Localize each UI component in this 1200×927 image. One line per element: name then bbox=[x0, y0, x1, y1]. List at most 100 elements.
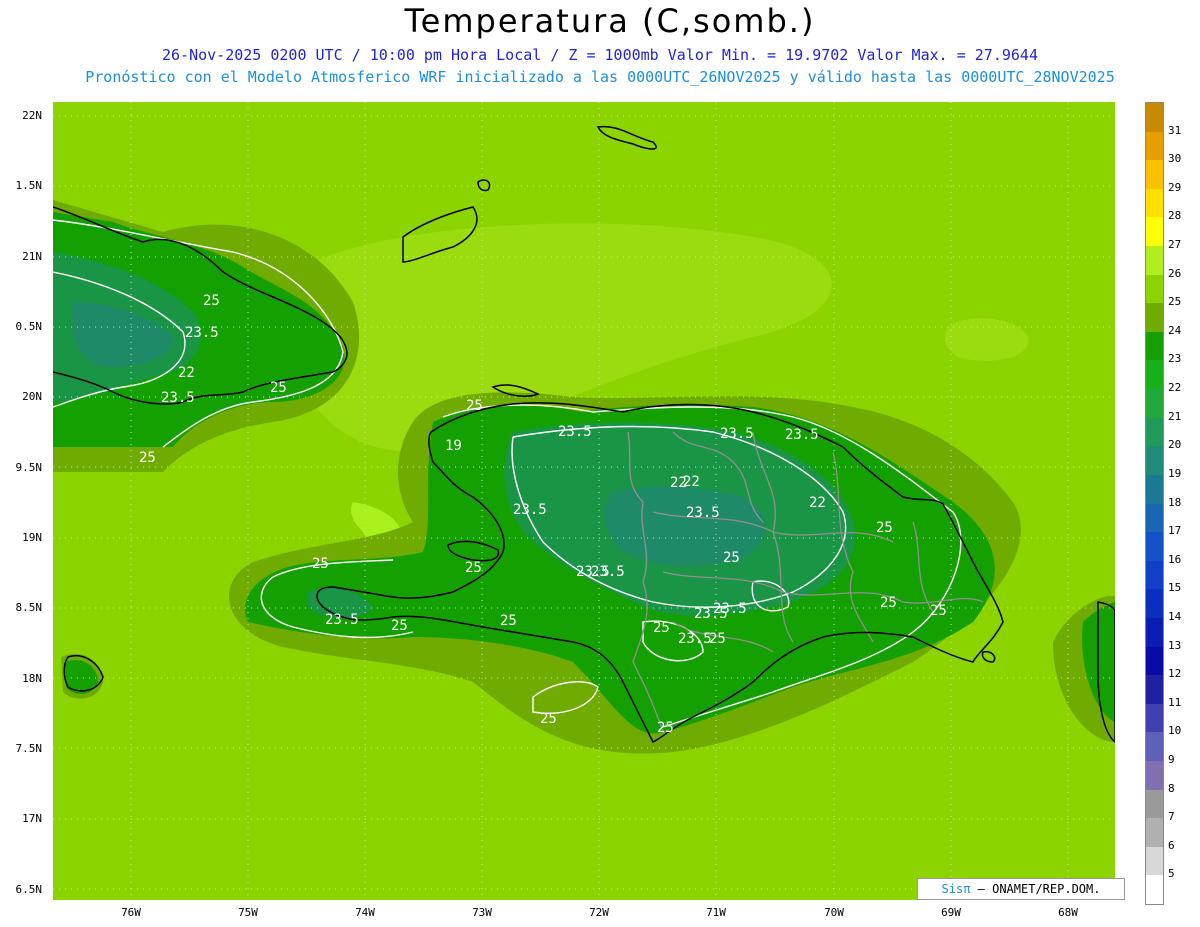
colorbar-tick-label: 7 bbox=[1168, 810, 1175, 824]
lat-label: 6.5N bbox=[15, 883, 43, 896]
lat-label: 17N bbox=[22, 812, 42, 825]
lat-label: 19N bbox=[22, 531, 42, 544]
contour-label: 25 bbox=[391, 618, 408, 634]
lat-label: 20N bbox=[22, 390, 42, 403]
colorbar-segment bbox=[1146, 360, 1163, 390]
colorbar-tick-label: 27 bbox=[1168, 238, 1182, 252]
colorbar-segment bbox=[1146, 789, 1163, 819]
contour-label: 25 bbox=[880, 595, 897, 611]
contour-label: 25 bbox=[723, 550, 740, 566]
colorbar-tick-label: 15 bbox=[1168, 581, 1182, 595]
colorbar-segment bbox=[1146, 732, 1163, 762]
colorbar-tick-label: 8 bbox=[1168, 781, 1175, 795]
colorbar-tick-label: 13 bbox=[1168, 638, 1182, 652]
map-title: Temperatura (C,somb.) bbox=[404, 2, 816, 40]
contour-label: 19 bbox=[445, 438, 462, 454]
lat-label: 0.5N bbox=[15, 320, 43, 333]
lon-label: 68W bbox=[1058, 906, 1078, 919]
colorbar-segment bbox=[1146, 303, 1163, 333]
colorbar-segment bbox=[1146, 217, 1163, 247]
contour-label: 22 bbox=[670, 475, 687, 491]
contour-label: 23.5 bbox=[678, 631, 712, 647]
lon-label: 72W bbox=[589, 906, 609, 919]
lat-label: 1.5N bbox=[15, 179, 43, 192]
colorbar-tick-label: 30 bbox=[1168, 152, 1182, 166]
colorbar-segment bbox=[1146, 446, 1163, 476]
colorbar-segment bbox=[1146, 675, 1163, 705]
contour-label: 22 bbox=[178, 365, 195, 381]
lon-label: 70W bbox=[824, 906, 844, 919]
colorbar-segment bbox=[1146, 246, 1163, 276]
lat-label: 9.5N bbox=[15, 461, 43, 474]
colorbar-segment bbox=[1146, 188, 1163, 218]
colorbar-segment bbox=[1146, 474, 1163, 504]
credit-text: – ONAMET/REP.DOM. bbox=[970, 882, 1101, 896]
colorbar-segment bbox=[1146, 589, 1163, 619]
colorbar-tick-label: 11 bbox=[1168, 695, 1182, 709]
contour-label: 25 bbox=[270, 380, 287, 396]
lat-label: 8.5N bbox=[15, 601, 43, 614]
contour-label: 23.5 bbox=[713, 601, 747, 617]
colorbar-segment bbox=[1146, 560, 1163, 590]
colorbar-segment bbox=[1146, 417, 1163, 447]
colorbar-segment bbox=[1146, 760, 1163, 791]
colorbar-tick-label: 28 bbox=[1168, 209, 1182, 223]
contour-label: 23.5 bbox=[591, 564, 625, 580]
colorbar-segment bbox=[1146, 532, 1163, 562]
lon-label: 71W bbox=[706, 906, 726, 919]
colorbar-tick-label: 22 bbox=[1168, 381, 1182, 395]
colorbar-segment bbox=[1146, 503, 1163, 533]
lat-label: 22N bbox=[22, 109, 42, 122]
lon-label: 74W bbox=[355, 906, 375, 919]
contour-label: 25 bbox=[466, 398, 483, 414]
colorbar-segment bbox=[1146, 131, 1163, 161]
contour-label: 25 bbox=[657, 720, 674, 736]
contour-label: 23.5 bbox=[686, 505, 720, 521]
colorbar-tick-label: 10 bbox=[1168, 724, 1182, 738]
colorbar-segment bbox=[1146, 703, 1163, 733]
colorbar-tick-label: 23 bbox=[1168, 352, 1182, 366]
contour-label: 23.5 bbox=[325, 612, 359, 628]
contour-label: 23.5 bbox=[161, 390, 195, 406]
temperature-map: 2523.52223.525252523.51923.52223.523.522… bbox=[53, 102, 1115, 900]
contour-label: 23.5 bbox=[513, 502, 547, 518]
contour-label: 22 bbox=[809, 495, 826, 511]
contour-label: 25 bbox=[930, 603, 947, 619]
contour-label: 25 bbox=[500, 613, 517, 629]
contour-label: 25 bbox=[203, 293, 220, 309]
temperature-colorbar bbox=[1145, 102, 1164, 905]
colorbar-tick-label: 31 bbox=[1168, 123, 1182, 137]
subtitle-valid-time: 26-Nov-2025 0200 UTC / 10:00 pm Hora Loc… bbox=[162, 46, 1038, 64]
colorbar-segment bbox=[1146, 846, 1163, 876]
colorbar-tick-label: 5 bbox=[1168, 867, 1175, 881]
temp-band-lt-22 bbox=[604, 486, 766, 567]
colorbar-segment bbox=[1146, 389, 1163, 419]
colorbar-tick-label: 17 bbox=[1168, 524, 1182, 538]
colorbar-tick-label: 18 bbox=[1168, 495, 1182, 509]
colorbar-segment bbox=[1146, 331, 1163, 361]
lon-label: 69W bbox=[941, 906, 961, 919]
colorbar-segment bbox=[1146, 617, 1163, 648]
colorbar-tick-label: 24 bbox=[1168, 323, 1182, 337]
contour-label: 25 bbox=[139, 450, 156, 466]
colorbar-tick-label: 26 bbox=[1168, 266, 1182, 280]
contour-label: 23.5 bbox=[720, 426, 754, 442]
colorbar-tick-label: 16 bbox=[1168, 552, 1182, 566]
colorbar-tick-label: 19 bbox=[1168, 466, 1182, 480]
colorbar-tick-label: 6 bbox=[1168, 838, 1175, 852]
colorbar-segment bbox=[1146, 274, 1163, 304]
lat-label: 21N bbox=[22, 250, 42, 263]
contour-label: 25 bbox=[312, 556, 329, 572]
colorbar-segment bbox=[1146, 875, 1163, 905]
colorbar-tick-label: 12 bbox=[1168, 667, 1182, 681]
contour-label: 25 bbox=[653, 620, 670, 636]
lon-label: 76W bbox=[121, 906, 141, 919]
contour-label: 23.5 bbox=[785, 427, 819, 443]
colorbar-segment bbox=[1146, 160, 1163, 190]
lat-label: 18N bbox=[22, 672, 42, 685]
contour-label: 25 bbox=[465, 560, 482, 576]
colorbar-segment bbox=[1146, 646, 1163, 676]
colorbar-tick-label: 9 bbox=[1168, 752, 1175, 766]
sis-logo-text: Sisπ bbox=[941, 882, 971, 896]
colorbar-tick-label: 29 bbox=[1168, 180, 1182, 194]
